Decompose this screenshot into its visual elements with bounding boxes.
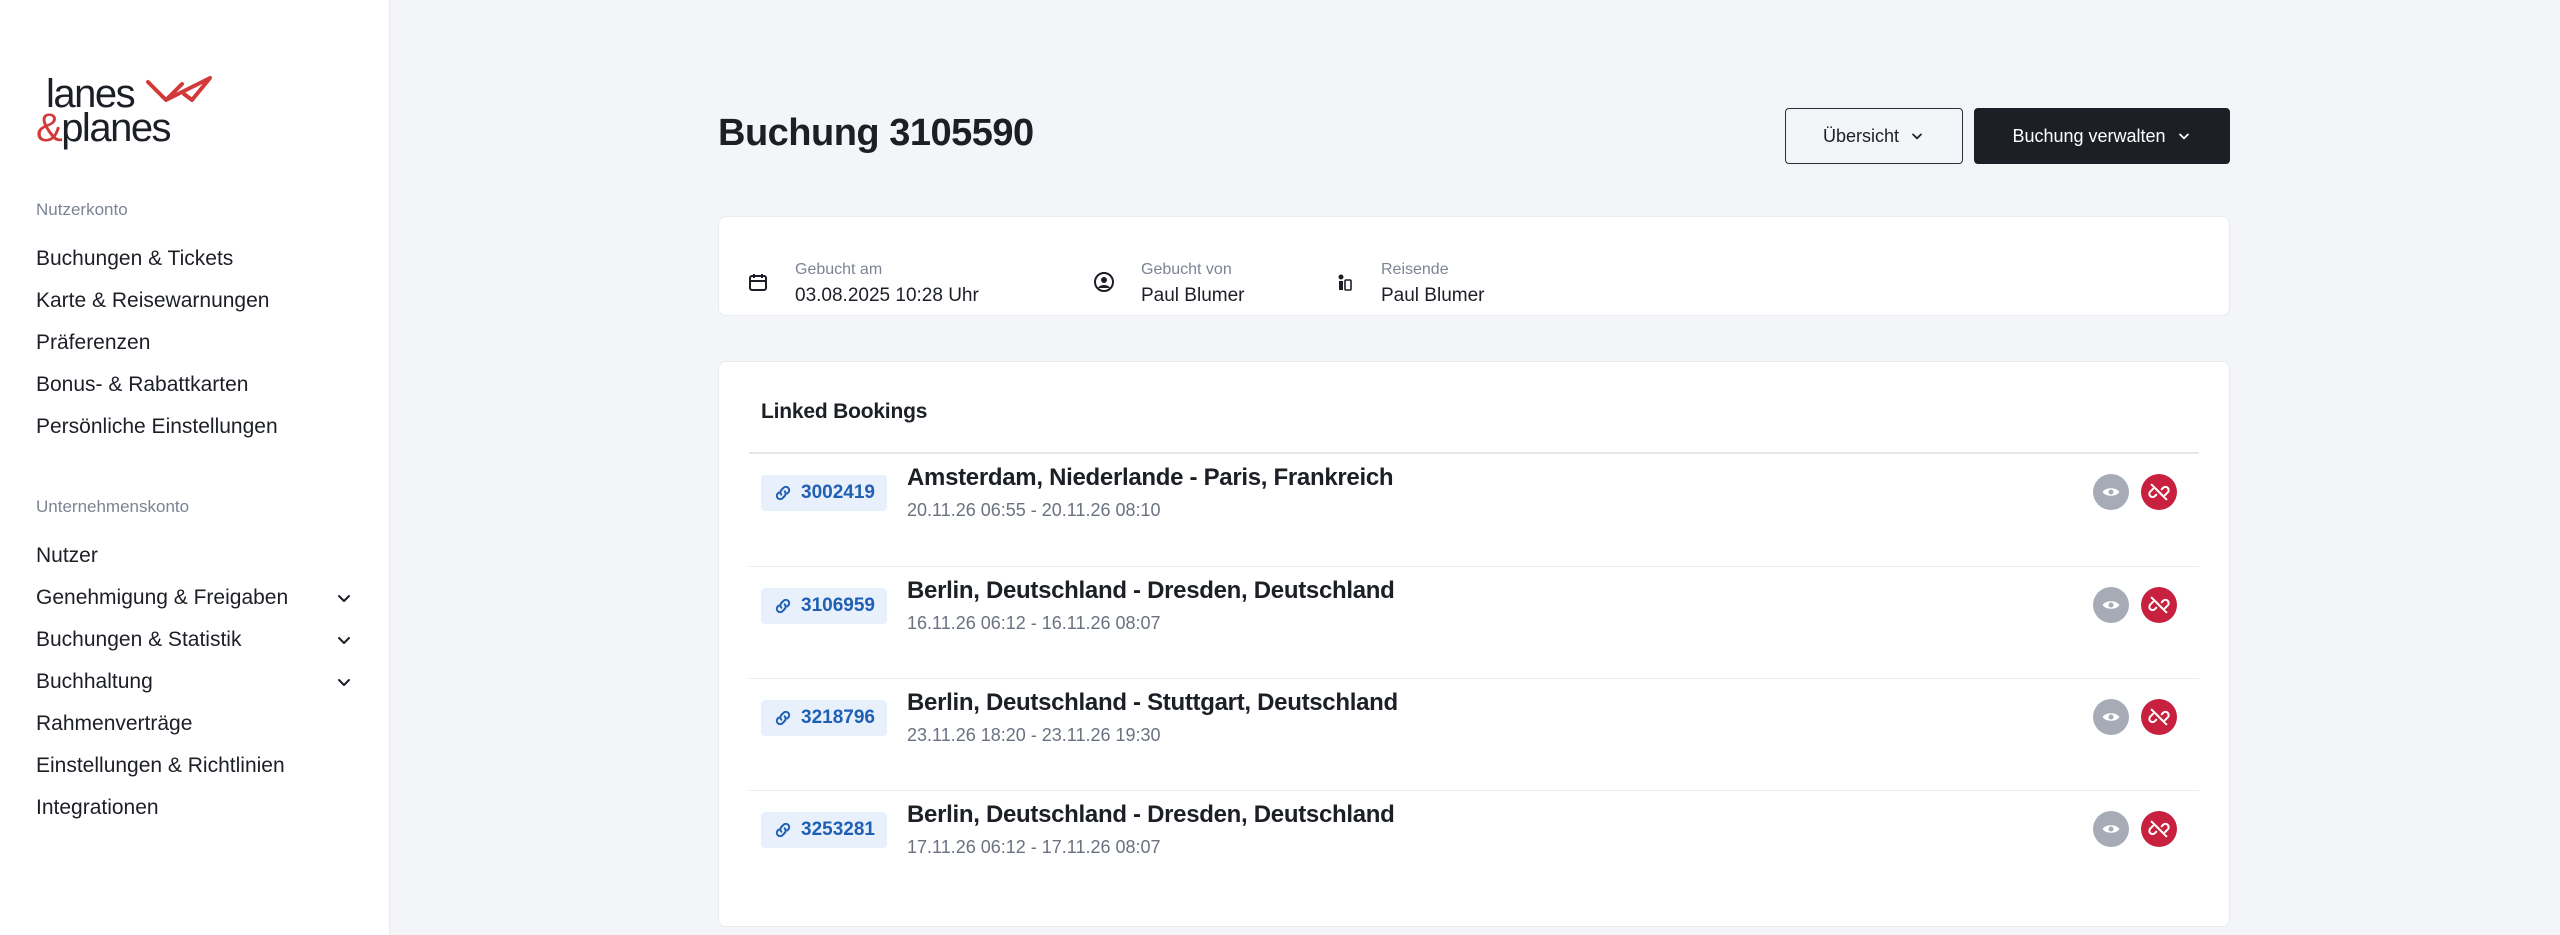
booking-route: Berlin, Deutschland - Dresden, Deutschla… — [907, 577, 1395, 604]
nav-heading-user: Nutzerkonto — [36, 200, 128, 219]
nav-item-map-warnings[interactable]: Karte & Reisewarnungen — [36, 288, 354, 330]
overview-button-label: Übersicht — [1822, 125, 1900, 146]
nav-item-label: Nutzer — [36, 544, 98, 567]
info-label: Reisende — [1381, 261, 1449, 278]
nav-item-bookings-statistics[interactable]: Buchungen & Statistik — [36, 627, 354, 669]
link-icon — [775, 822, 791, 838]
link-icon — [775, 598, 791, 614]
info-label: Gebucht von — [1141, 261, 1232, 278]
chevron-down-icon — [338, 679, 350, 686]
unlink-booking-button[interactable] — [2141, 474, 2177, 510]
view-booking-button[interactable] — [2093, 474, 2129, 510]
booking-id: 3002419 — [801, 482, 875, 503]
unlink-icon — [2148, 820, 2170, 838]
nav-item-settings-policies[interactable]: Einstellungen & Richtlinien — [36, 753, 354, 795]
nav-item-label: Genehmigung & Freigaben — [36, 586, 289, 609]
booking-info-card: Gebucht am 03.08.2025 10:28 Uhr Gebucht … — [718, 216, 2230, 316]
company-account-nav: Unternehmenskonto Nutzer Genehmigung & F… — [36, 497, 354, 837]
link-icon — [775, 710, 791, 726]
chevron-down-icon — [1912, 133, 1922, 140]
linked-booking-row: 3218796 Berlin, Deutschland - Stuttgart,… — [749, 678, 2199, 790]
nav-item-bookings-tickets[interactable]: Buchungen & Tickets — [36, 246, 354, 288]
logo-plane-icon — [146, 76, 212, 102]
eye-icon — [2102, 488, 2120, 496]
booking-id-link[interactable]: 3218796 — [761, 700, 887, 736]
unlink-booking-button[interactable] — [2141, 699, 2177, 735]
eye-icon — [2102, 825, 2120, 833]
nav-heading-company: Unternehmenskonto — [36, 497, 190, 516]
booking-times: 23.11.26 18:20 - 23.11.26 19:30 — [907, 725, 1161, 745]
eye-icon — [2102, 601, 2120, 609]
unlink-icon — [2148, 596, 2170, 614]
unlink-icon — [2148, 708, 2170, 726]
nav-item-label: Rahmenverträge — [36, 712, 193, 735]
booking-times: 16.11.26 06:12 - 16.11.26 08:07 — [907, 613, 1161, 633]
linked-booking-row: 3002419 Amsterdam, Niederlande - Paris, … — [749, 454, 2199, 566]
overview-button[interactable]: Übersicht — [1785, 108, 1963, 164]
view-booking-button[interactable] — [2093, 811, 2129, 847]
unlink-icon — [2148, 483, 2170, 501]
info-value: 03.08.2025 10:28 Uhr — [795, 285, 979, 306]
nav-item-label: Einstellungen & Richtlinien — [36, 754, 285, 777]
user-icon — [1094, 272, 1114, 292]
chevron-down-icon — [338, 595, 350, 602]
eye-icon — [2102, 713, 2120, 721]
nav-item-accounting[interactable]: Buchhaltung — [36, 669, 354, 711]
booking-id: 3253281 — [801, 819, 875, 840]
linked-bookings-title: Linked Bookings — [761, 400, 928, 423]
unlink-booking-button[interactable] — [2141, 587, 2177, 623]
nav-item-framework-contracts[interactable]: Rahmenverträge — [36, 711, 354, 753]
logo[interactable]: lanes &planes — [36, 68, 226, 158]
booking-route: Berlin, Deutschland - Stuttgart, Deutsch… — [907, 689, 1398, 716]
linked-booking-row: 3106959 Berlin, Deutschland - Dresden, D… — [749, 566, 2199, 678]
view-booking-button[interactable] — [2093, 587, 2129, 623]
booking-times: 17.11.26 06:12 - 17.11.26 08:07 — [907, 837, 1161, 857]
nav-item-label: Integrationen — [36, 796, 159, 819]
info-value: Paul Blumer — [1381, 285, 1485, 306]
main-content: Buchung 3105590 Übersicht Buchung verwal… — [390, 0, 2560, 935]
unlink-booking-button[interactable] — [2141, 811, 2177, 847]
user-account-nav: Nutzerkonto Buchungen & Tickets Karte & … — [36, 200, 354, 456]
nav-item-personal-settings[interactable]: Persönliche Einstellungen — [36, 414, 354, 456]
booking-route: Berlin, Deutschland - Dresden, Deutschla… — [907, 801, 1395, 828]
booking-id: 3106959 — [801, 595, 875, 616]
info-value: Paul Blumer — [1141, 285, 1245, 306]
booking-id-link[interactable]: 3106959 — [761, 588, 887, 624]
page-title: Buchung 3105590 — [718, 112, 1034, 154]
nav-item-users[interactable]: Nutzer — [36, 543, 354, 585]
logo-word-planes: &planes — [36, 106, 172, 150]
view-booking-button[interactable] — [2093, 699, 2129, 735]
linked-bookings-card: Linked Bookings 3002419 Amsterdam, Niede… — [718, 361, 2230, 927]
nav-item-bonus-cards[interactable]: Bonus- & Rabattkarten — [36, 372, 354, 414]
traveller-icon — [1338, 274, 1352, 291]
sidebar: lanes &planes Nutzerkonto Buchungen & Ti… — [0, 0, 390, 935]
booking-id-link[interactable]: 3002419 — [761, 475, 887, 511]
nav-item-preferences[interactable]: Präferenzen — [36, 330, 354, 372]
link-icon — [775, 485, 791, 501]
booking-id-link[interactable]: 3253281 — [761, 812, 887, 848]
chevron-down-icon — [2178, 133, 2189, 140]
info-label: Gebucht am — [795, 261, 883, 278]
booking-id: 3218796 — [801, 707, 875, 728]
linked-booking-row: 3253281 Berlin, Deutschland - Dresden, D… — [749, 790, 2199, 902]
nav-item-approvals[interactable]: Genehmigung & Freigaben — [36, 585, 354, 627]
calendar-icon — [749, 274, 767, 291]
nav-item-label: Buchungen & Statistik — [36, 628, 242, 651]
chevron-down-icon — [338, 637, 350, 644]
booking-route: Amsterdam, Niederlande - Paris, Frankrei… — [907, 464, 1394, 491]
manage-booking-button[interactable]: Buchung verwalten — [1974, 108, 2230, 164]
nav-item-integrations[interactable]: Integrationen — [36, 795, 354, 837]
nav-item-label: Buchhaltung — [36, 670, 153, 693]
manage-booking-button-label: Buchung verwalten — [2012, 125, 2166, 146]
booking-times: 20.11.26 06:55 - 20.11.26 08:10 — [907, 500, 1161, 520]
